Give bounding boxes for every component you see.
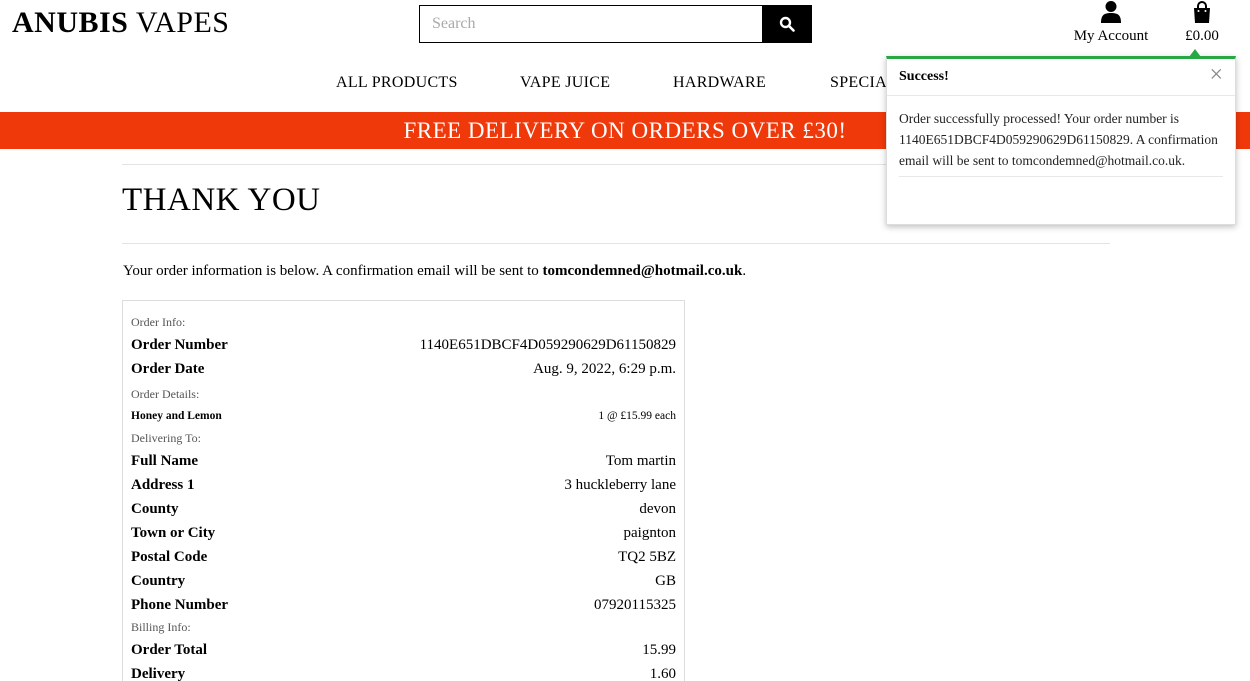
value: 1.60: [649, 666, 676, 681]
section-label-order-details: Order Details:: [131, 387, 200, 401]
toast-arrow: [1189, 49, 1201, 57]
value: Aug. 9, 2022, 6:29 p.m.: [533, 361, 676, 377]
toast-message: Order successfully processed! Your order…: [899, 108, 1223, 177]
logo-rest: VAPES: [128, 6, 230, 39]
user-icon: [1101, 1, 1121, 23]
row-country: Country GB: [131, 569, 676, 593]
nav-specials[interactable]: SPECIA: [830, 74, 887, 92]
my-account-label: My Account: [1073, 28, 1149, 44]
cart-total: £0.00: [1185, 28, 1219, 44]
row-order-total: Order Total 15.99: [131, 638, 676, 662]
page-title: THANK YOU: [122, 182, 321, 218]
row-order-number: Order Number 1140E651DBCF4D059290629D611…: [131, 333, 676, 357]
nav-all-products[interactable]: ALL PRODUCTS: [336, 74, 458, 92]
row-order-date: Order Date Aug. 9, 2022, 6:29 p.m.: [131, 357, 676, 381]
value: paignton: [623, 525, 677, 541]
confirmation-email: tomcondemned@hotmail.co.uk: [542, 263, 743, 279]
shopping-bag-icon: [1194, 1, 1210, 23]
item-name: Honey and Lemon: [131, 410, 222, 422]
logo-bold: ANUBIS: [12, 6, 129, 39]
label: Address 1: [131, 477, 195, 493]
nav-vape-juice[interactable]: VAPE JUICE: [520, 74, 610, 92]
value: 15.99: [642, 642, 676, 658]
value: 3 huckleberry lane: [564, 477, 676, 493]
value: 1140E651DBCF4D059290629D61150829: [419, 337, 676, 353]
value: devon: [639, 501, 676, 517]
label: Delivery: [131, 666, 186, 681]
label: Full Name: [131, 453, 199, 469]
row-delivery: Delivery 1.60: [131, 662, 676, 681]
label: Town or City: [131, 525, 216, 541]
search-button[interactable]: [762, 5, 812, 43]
search-form: [419, 5, 812, 43]
label: Order Number: [131, 337, 228, 353]
toast-header: Success! ×: [887, 59, 1235, 96]
label: Country: [131, 573, 186, 589]
label: Order Total: [131, 642, 207, 658]
row-line-item: Honey and Lemon 1 @ £15.99 each: [131, 405, 676, 427]
section-label-billing-info: Billing Info:: [131, 620, 191, 634]
row-town-or-city: Town or City paignton: [131, 521, 676, 545]
nav-hardware[interactable]: HARDWARE: [673, 74, 766, 92]
value: TQ2 5BZ: [618, 549, 676, 565]
search-input[interactable]: [419, 5, 762, 43]
label: Order Date: [131, 361, 205, 377]
row-address-1: Address 1 3 huckleberry lane: [131, 473, 676, 497]
row-full-name: Full Name Tom martin: [131, 449, 676, 473]
section-label-delivering-to: Delivering To:: [131, 431, 201, 445]
intro-end: .: [742, 263, 747, 279]
intro-text: Your order information is below. A confi…: [123, 263, 543, 279]
order-intro: Your order information is below. A confi…: [123, 263, 746, 280]
item-quantity-price: 1 @ £15.99 each: [598, 410, 676, 422]
value: Tom martin: [605, 453, 676, 469]
label: County: [131, 501, 179, 517]
row-postal-code: Postal Code TQ2 5BZ: [131, 545, 676, 569]
cart-link[interactable]: £0.00: [1176, 0, 1228, 48]
row-phone-number: Phone Number 07920115325: [131, 593, 676, 617]
order-summary-card: Order Info: Order Number 1140E651DBCF4D0…: [122, 300, 685, 681]
close-icon[interactable]: ×: [1209, 62, 1223, 89]
section-label-order-info: Order Info:: [131, 315, 186, 329]
label: Phone Number: [131, 597, 229, 613]
site-logo[interactable]: ANUBIS VAPES: [12, 6, 230, 40]
search-icon: [779, 16, 795, 32]
row-county: County devon: [131, 497, 676, 521]
value: GB: [655, 573, 676, 589]
divider: [122, 243, 1110, 244]
success-toast: Success! × Order successfully processed!…: [886, 49, 1236, 225]
my-account-link[interactable]: My Account: [1068, 0, 1154, 48]
toast-title: Success!: [899, 69, 949, 84]
value: 07920115325: [594, 597, 676, 613]
label: Postal Code: [131, 549, 208, 565]
